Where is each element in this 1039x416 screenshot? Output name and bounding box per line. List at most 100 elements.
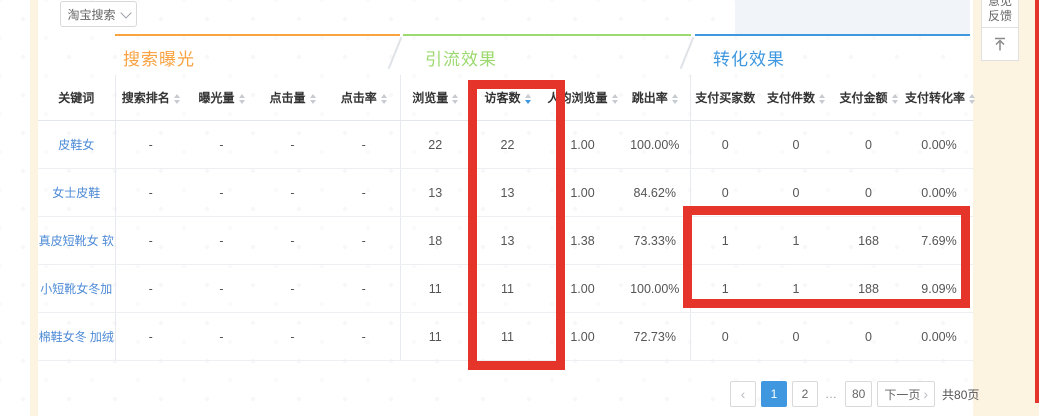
pagination: ‹ 12 … 80 下一页 › 共80页 [730,381,979,407]
back-to-top-button[interactable] [981,27,1019,61]
table-cell: 13 [470,217,545,265]
table-cell: - [257,217,328,265]
table-cell: 100.00% [620,121,690,169]
section-title-exposure: 搜索曝光 [123,45,195,70]
table-cell: 11 [400,313,470,361]
chevron-right-icon: › [923,386,928,402]
column-header-label: 点击量 [269,91,305,105]
table-row: 棉鞋女冬 加绒----11111.0072.73%0000.00% [38,313,973,361]
keyword-link[interactable]: 女士皮鞋 [38,169,115,217]
table-cell: 0 [760,121,832,169]
column-header-label: 支付件数 [767,91,815,105]
table-cell: 0 [690,313,760,361]
pagination-page-1[interactable]: 1 [761,381,787,407]
column-header-label: 曝光量 [198,91,234,105]
column-header[interactable]: 跳出率 [620,75,690,121]
sort-icon[interactable] [239,94,245,104]
pagination-prev-button[interactable]: ‹ [730,381,756,407]
table-cell: 0.00% [905,313,973,361]
table-cell: 84.62% [620,169,690,217]
table-cell: 188 [832,265,905,313]
back-to-top-icon [991,35,1009,53]
feedback-button[interactable]: 意见 反馈 [981,0,1019,28]
sort-icon[interactable] [174,94,180,104]
table-cell: - [115,217,186,265]
table-cell: - [115,265,186,313]
feedback-label-line1: 意见 [988,0,1012,9]
column-header[interactable]: 访客数 [470,75,545,121]
table-cell: 100.00% [620,265,690,313]
left-gutter [30,0,38,416]
table-cell: 13 [470,169,545,217]
table-cell: 1 [760,217,832,265]
sort-icon[interactable] [892,94,898,104]
pagination-ellipsis: … [823,387,840,401]
search-type-dropdown[interactable]: 淘宝搜索 [60,1,137,27]
table-cell: 0 [760,169,832,217]
sort-icon[interactable] [672,94,678,104]
table-cell: 168 [832,217,905,265]
pagination-page-80[interactable]: 80 [845,381,872,407]
keyword-link[interactable]: 小短靴女冬加 [38,265,115,313]
sort-icon[interactable] [969,94,975,104]
column-header[interactable]: 支付件数 [760,75,832,121]
table-cell: 7.69% [905,217,973,265]
table-cell: 13 [400,169,470,217]
column-header-label: 人均浏览量 [547,91,607,105]
table-cell: - [328,121,400,169]
analytics-page: 淘宝搜索 搜索曝光 引流效果 转化效果 关键词搜索排名曝光量点击量点击率浏览量访… [0,0,1039,416]
column-header[interactable]: 人均浏览量 [545,75,620,121]
table-cell: - [257,169,328,217]
table-cell: 18 [400,217,470,265]
table-cell: 0 [832,313,905,361]
table-cell: 1.00 [545,121,620,169]
column-header[interactable]: 支付转化率 [905,75,973,121]
column-header[interactable]: 搜索排名 [115,75,186,121]
table-cell: - [115,121,186,169]
column-header-label: 支付买家数 [695,91,755,105]
keyword-link[interactable]: 真皮短靴女 软 [38,217,115,265]
column-header: 支付买家数 [690,75,760,121]
section-divider-slash [680,37,695,69]
column-header[interactable]: 曝光量 [186,75,257,121]
column-header[interactable]: 点击量 [257,75,328,121]
pagination-total-pages: 共80页 [942,386,979,403]
sort-icon[interactable] [381,94,387,104]
column-header-label: 访客数 [484,91,520,105]
pagination-page-2[interactable]: 2 [792,381,818,407]
table-header-row: 关键词搜索排名曝光量点击量点击率浏览量访客数人均浏览量跳出率支付买家数支付件数支… [38,75,973,121]
table-cell: 72.73% [620,313,690,361]
sort-icon[interactable] [612,94,618,104]
table-cell: 0 [690,121,760,169]
column-header-label: 支付转化率 [905,91,965,105]
table-cell: 11 [470,313,545,361]
table-cell: - [115,313,186,361]
column-header[interactable]: 点击率 [328,75,400,121]
keyword-link[interactable]: 皮鞋女 [38,121,115,169]
table-cell: 11 [400,265,470,313]
table-cell: 73.33% [620,217,690,265]
table-cell: 1.38 [545,217,620,265]
table-cell: 0 [832,169,905,217]
column-header-label: 点击率 [341,91,377,105]
pagination-next-button[interactable]: 下一页 › [877,381,935,407]
section-title-traffic: 引流效果 [425,45,497,70]
table-row: 皮鞋女----22221.00100.00%0000.00% [38,121,973,169]
table-row: 女士皮鞋----13131.0084.62%0000.00% [38,169,973,217]
sort-icon[interactable] [310,94,316,104]
table-cell: 0 [760,313,832,361]
column-header[interactable]: 浏览量 [400,75,470,121]
keyword-analytics-table: 关键词搜索排名曝光量点击量点击率浏览量访客数人均浏览量跳出率支付买家数支付件数支… [38,75,973,361]
sort-icon[interactable] [819,94,825,104]
sort-icon[interactable] [452,94,458,104]
column-header-label: 跳出率 [632,91,668,105]
right-gutter [973,0,1039,416]
sort-icon[interactable] [525,94,531,104]
keyword-link[interactable]: 棉鞋女冬 加绒 [38,313,115,361]
column-header-label: 搜索排名 [122,91,170,105]
column-header[interactable]: 支付金额 [832,75,905,121]
column-header-label: 浏览量 [412,91,448,105]
table-cell: 0.00% [905,169,973,217]
table-cell: - [328,265,400,313]
table-cell: - [186,217,257,265]
